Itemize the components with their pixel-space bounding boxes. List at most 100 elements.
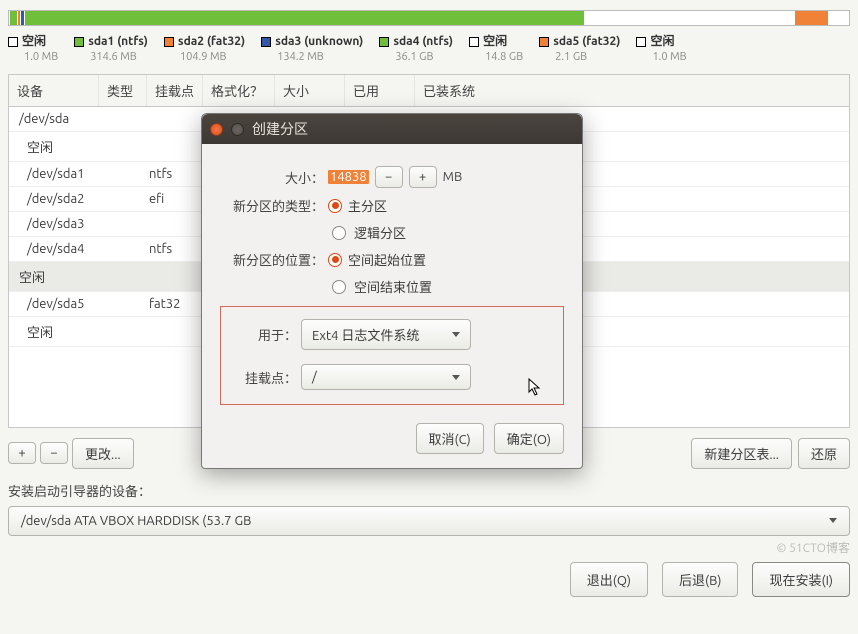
cell-type bbox=[143, 112, 193, 126]
legend-size: 1.0 MB bbox=[652, 50, 686, 64]
legend-item: 空闲1.0 MB bbox=[8, 34, 58, 64]
cursor-icon bbox=[528, 378, 544, 400]
size-input[interactable]: 14838 bbox=[328, 170, 369, 184]
mount-point-select[interactable]: / bbox=[301, 364, 471, 390]
new-partition-table-button[interactable]: 新建分区表... bbox=[691, 438, 792, 469]
add-partition-button[interactable]: + bbox=[8, 442, 36, 464]
col-type[interactable]: 类型 bbox=[99, 75, 147, 106]
legend-swatch bbox=[636, 37, 646, 47]
dialog-titlebar[interactable]: 创建分区 bbox=[202, 114, 582, 144]
minimize-icon[interactable] bbox=[231, 123, 244, 136]
legend-size: 14.8 GB bbox=[485, 50, 523, 64]
watermark: © 51CTO博客 bbox=[776, 539, 850, 556]
legend-label: 空闲 bbox=[22, 34, 46, 50]
quit-button[interactable]: 退出(Q) bbox=[570, 562, 648, 597]
usage-segment bbox=[829, 11, 843, 25]
use-as-label: 用于： bbox=[231, 325, 301, 344]
legend-item: sda5 (fat32)2.1 GB bbox=[539, 34, 620, 64]
boot-device-label: 安装启动引导器的设备： bbox=[8, 481, 850, 500]
dialog-cancel-button[interactable]: 取消(C) bbox=[416, 423, 484, 454]
mount-point-value: / bbox=[312, 370, 317, 384]
legend-size: 36.1 GB bbox=[395, 50, 453, 64]
highlighted-options: 用于： Ext4 日志文件系统 挂载点： / bbox=[220, 306, 564, 405]
legend-item: sda1 (ntfs)314.6 MB bbox=[74, 34, 148, 64]
size-minus-button[interactable]: − bbox=[375, 166, 403, 188]
size-label: 大小： bbox=[220, 168, 328, 187]
cell-type bbox=[143, 267, 193, 286]
legend-swatch bbox=[74, 37, 84, 47]
dialog-ok-button[interactable]: 确定(O) bbox=[494, 423, 564, 454]
legend-size: 2.1 GB bbox=[555, 50, 620, 64]
col-mount[interactable]: 挂载点 bbox=[147, 75, 203, 106]
partition-usage-bar bbox=[8, 10, 850, 26]
legend-swatch bbox=[8, 37, 18, 47]
size-unit: MB bbox=[443, 170, 463, 184]
legend-swatch bbox=[469, 37, 479, 47]
usage-segment bbox=[795, 11, 829, 25]
radio-logical[interactable] bbox=[332, 226, 346, 240]
legend-label: 空闲 bbox=[650, 34, 674, 50]
legend-label: 空闲 bbox=[483, 34, 507, 50]
col-size[interactable]: 大小 bbox=[275, 75, 345, 106]
mount-label: 挂载点： bbox=[231, 368, 301, 387]
legend-size: 1.0 MB bbox=[24, 50, 58, 64]
partition-legend: 空闲1.0 MBsda1 (ntfs)314.6 MBsda2 (fat32)1… bbox=[8, 28, 850, 74]
pos-end-label: 空间结束位置 bbox=[354, 277, 432, 296]
size-plus-button[interactable]: + bbox=[409, 166, 437, 188]
legend-label: sda4 (ntfs) bbox=[393, 34, 453, 50]
close-icon[interactable] bbox=[210, 123, 223, 136]
use-as-value: Ext4 日志文件系统 bbox=[312, 325, 419, 344]
legend-label: sda1 (ntfs) bbox=[88, 34, 148, 50]
back-button[interactable]: 后退(B) bbox=[662, 562, 738, 597]
cell-device: /dev/sda2 bbox=[13, 192, 143, 206]
legend-item: sda2 (fat32)104.9 MB bbox=[164, 34, 245, 64]
type-primary-label: 主分区 bbox=[348, 196, 387, 215]
pos-begin-label: 空间起始位置 bbox=[348, 250, 426, 269]
legend-item: sda4 (ntfs)36.1 GB bbox=[379, 34, 453, 64]
col-system[interactable]: 已装系统 bbox=[415, 75, 849, 106]
revert-button[interactable]: 还原 bbox=[798, 438, 850, 469]
cell-device: /dev/sda4 bbox=[13, 242, 143, 256]
col-device[interactable]: 设备 bbox=[9, 75, 99, 106]
usage-segment bbox=[10, 11, 18, 25]
chevron-down-icon bbox=[452, 332, 460, 337]
legend-swatch bbox=[379, 37, 389, 47]
cell-device: /dev/sda1 bbox=[13, 167, 143, 181]
cell-device: /dev/sda3 bbox=[13, 217, 143, 231]
usage-segment bbox=[25, 11, 585, 25]
remove-partition-button[interactable]: − bbox=[40, 442, 68, 464]
cell-device: 空闲 bbox=[13, 322, 143, 341]
chevron-down-icon bbox=[829, 518, 837, 523]
radio-primary[interactable] bbox=[328, 199, 342, 213]
cell-device: /dev/sda5 bbox=[13, 297, 143, 311]
size-value: 14838 bbox=[328, 170, 369, 184]
legend-swatch bbox=[164, 37, 174, 47]
cell-type: fat32 bbox=[143, 297, 193, 311]
cell-device: 空闲 bbox=[13, 267, 143, 286]
radio-pos-begin[interactable] bbox=[328, 253, 342, 267]
col-used[interactable]: 已用 bbox=[345, 75, 415, 106]
cell-type: ntfs bbox=[143, 167, 193, 181]
radio-pos-end[interactable] bbox=[332, 280, 346, 294]
col-format[interactable]: 格式化？ bbox=[203, 75, 275, 106]
boot-device-value: /dev/sda ATA VBOX HARDDISK (53.7 GB bbox=[21, 514, 251, 528]
legend-swatch bbox=[261, 37, 271, 47]
create-partition-dialog: 创建分区 大小： 14838 − + MB 新分区的类型： 主分区 逻辑分 bbox=[201, 113, 583, 469]
position-label: 新分区的位置： bbox=[220, 250, 328, 269]
cell-type bbox=[143, 137, 193, 156]
table-header: 设备 类型 挂载点 格式化？ 大小 已用 已装系统 bbox=[9, 75, 849, 107]
change-partition-button[interactable]: 更改... bbox=[72, 438, 134, 469]
install-button[interactable]: 现在安装(I) bbox=[752, 562, 850, 597]
cell-type: ntfs bbox=[143, 242, 193, 256]
cell-type bbox=[143, 322, 193, 341]
cell-device: /dev/sda bbox=[13, 112, 143, 126]
legend-size: 134.2 MB bbox=[277, 50, 363, 64]
boot-device-select[interactable]: /dev/sda ATA VBOX HARDDISK (53.7 GB bbox=[8, 506, 850, 536]
chevron-down-icon bbox=[452, 375, 460, 380]
legend-size: 104.9 MB bbox=[180, 50, 245, 64]
cell-device: 空闲 bbox=[13, 137, 143, 156]
type-label: 新分区的类型： bbox=[220, 196, 328, 215]
use-as-select[interactable]: Ext4 日志文件系统 bbox=[301, 319, 471, 350]
usage-segment bbox=[585, 11, 795, 25]
type-logical-label: 逻辑分区 bbox=[354, 223, 406, 242]
